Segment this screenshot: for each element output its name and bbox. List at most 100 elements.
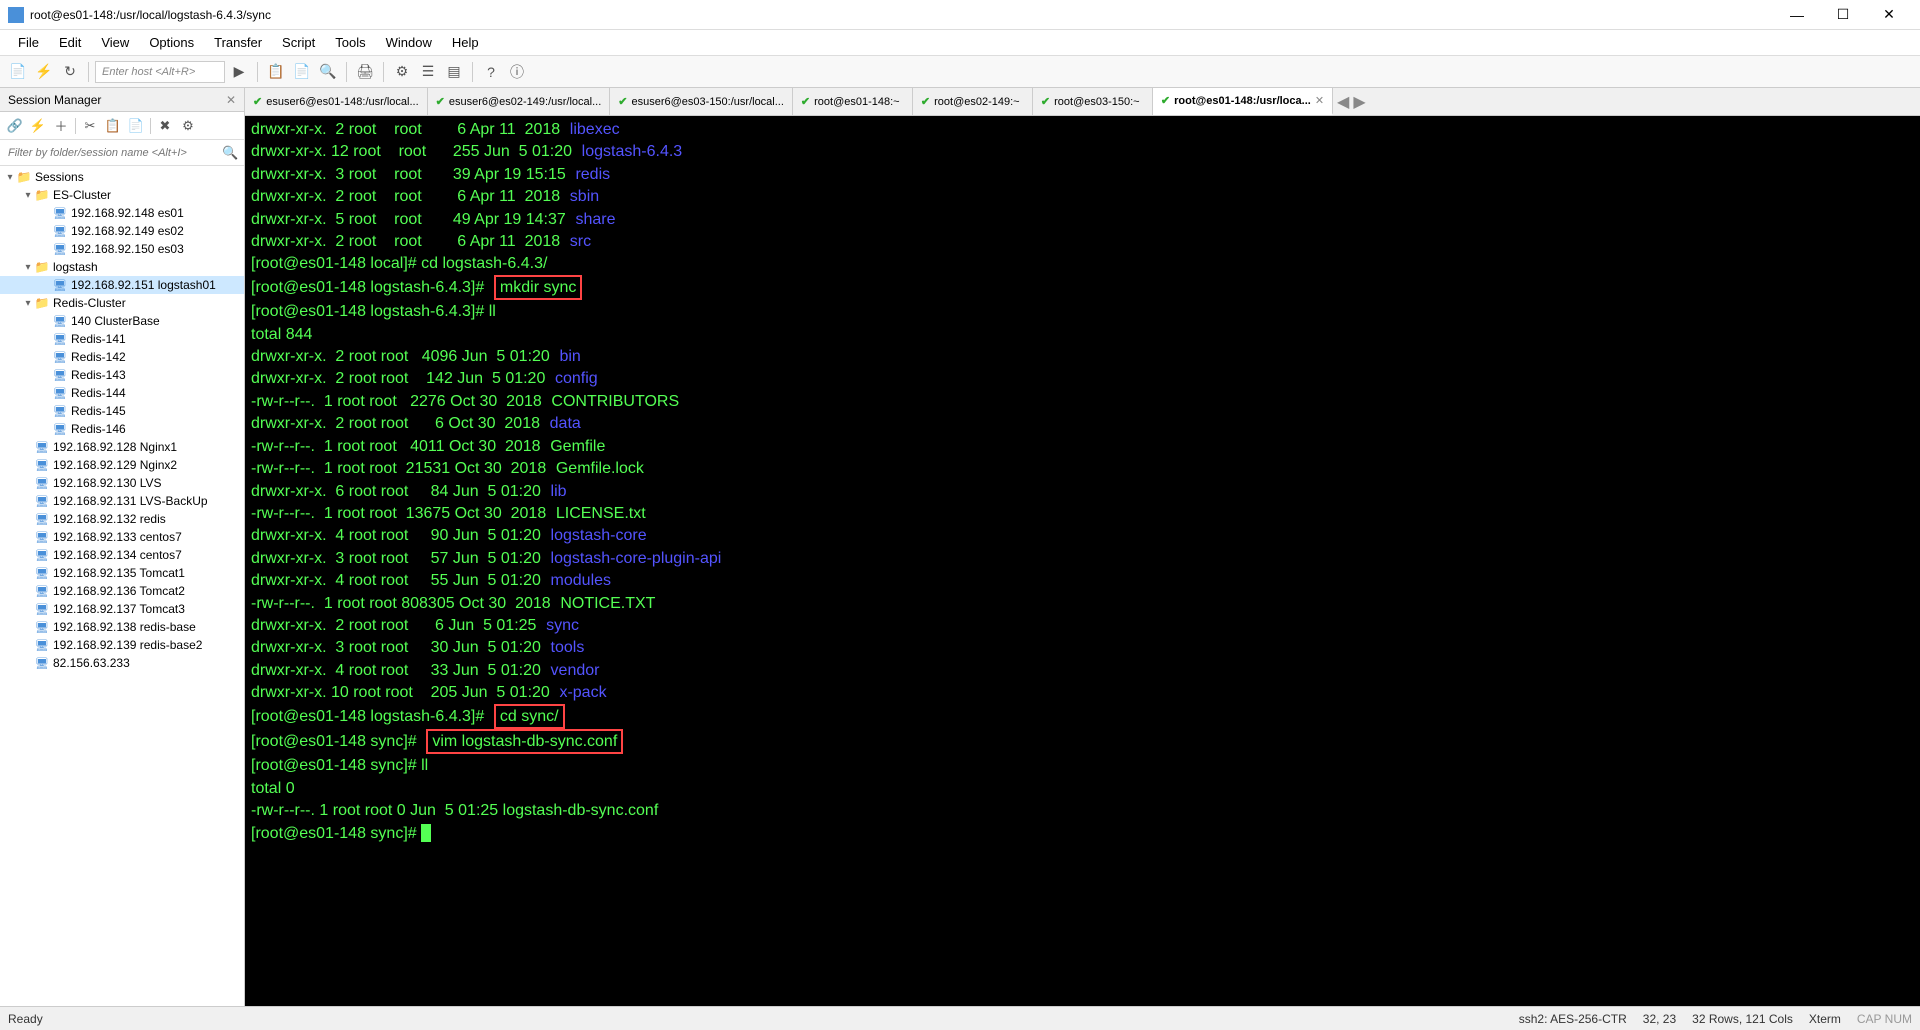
tree-session[interactable]: 🖥192.168.92.148 es01 xyxy=(0,204,244,222)
terminal[interactable]: drwxr-xr-x. 2 root root 6 Apr 11 2018 li… xyxy=(245,116,1920,1006)
menu-help[interactable]: Help xyxy=(442,31,489,54)
reconnect-icon[interactable]: ↻ xyxy=(58,60,82,84)
menu-transfer[interactable]: Transfer xyxy=(204,31,272,54)
check-icon: ✔ xyxy=(436,95,445,108)
script-icon[interactable]: ▤ xyxy=(442,60,466,84)
session-tab[interactable]: ✔esuser6@es03-150:/usr/local... xyxy=(610,88,793,115)
tree-session[interactable]: 🖥Redis-144 xyxy=(0,384,244,402)
menubar: FileEditViewOptionsTransferScriptToolsWi… xyxy=(0,30,1920,56)
cut-icon[interactable]: ✂ xyxy=(79,115,101,137)
menu-file[interactable]: File xyxy=(8,31,49,54)
tree-session[interactable]: 🖥192.168.92.129 Nginx2 xyxy=(0,456,244,474)
window-title: root@es01-148:/usr/local/logstash-6.4.3/… xyxy=(30,8,1774,22)
check-icon: ✔ xyxy=(253,95,262,108)
link-icon[interactable]: 🔗 xyxy=(4,115,26,137)
menu-script[interactable]: Script xyxy=(272,31,325,54)
tree-session[interactable]: 🖥192.168.92.134 centos7 xyxy=(0,546,244,564)
delete-icon[interactable]: ✖ xyxy=(154,115,176,137)
menu-window[interactable]: Window xyxy=(376,31,442,54)
connect-host-icon[interactable]: ▶ xyxy=(227,60,251,84)
about-icon[interactable]: ⓘ xyxy=(505,60,529,84)
quick-icon[interactable]: ⚡ xyxy=(27,115,49,137)
tree-folder[interactable]: ▾📁logstash xyxy=(0,258,244,276)
help-icon[interactable]: ? xyxy=(479,60,503,84)
tree-folder[interactable]: ▾📁Sessions xyxy=(0,168,244,186)
tree-session[interactable]: 🖥192.168.92.139 redis-base2 xyxy=(0,636,244,654)
paste-session-icon[interactable]: 📄 xyxy=(125,115,147,137)
find-icon[interactable]: 🔍 xyxy=(316,60,340,84)
tree-session[interactable]: 🖥Redis-143 xyxy=(0,366,244,384)
tree-session[interactable]: 🖥192.168.92.128 Nginx1 xyxy=(0,438,244,456)
tab-prev-icon[interactable]: ◀ xyxy=(1337,92,1349,112)
status-position: 32, 23 xyxy=(1643,1012,1676,1026)
search-icon[interactable]: 🔍 xyxy=(222,145,240,161)
properties-icon[interactable]: ⚙ xyxy=(177,115,199,137)
app-icon xyxy=(8,7,24,23)
sidebar-toolbar: 🔗 ⚡ ＋ ✂ 📋 📄 ✖ ⚙ xyxy=(0,112,244,140)
menu-view[interactable]: View xyxy=(91,31,139,54)
tree-folder[interactable]: ▾📁Redis-Cluster xyxy=(0,294,244,312)
tab-close-icon[interactable]: ✕ xyxy=(1315,94,1324,107)
close-button[interactable]: ✕ xyxy=(1866,0,1912,30)
sidebar-header: Session Manager ✕ xyxy=(0,88,244,112)
session-tree[interactable]: ▾📁Sessions▾📁ES-Cluster🖥192.168.92.148 es… xyxy=(0,166,244,1006)
host-input[interactable]: Enter host <Alt+R> xyxy=(95,61,225,83)
session-tab[interactable]: ✔root@es01-148:~ xyxy=(793,88,913,115)
status-caps: CAP NUM xyxy=(1857,1012,1912,1026)
tree-session[interactable]: 🖥192.168.92.150 es03 xyxy=(0,240,244,258)
sidebar-title: Session Manager xyxy=(8,93,101,107)
menu-options[interactable]: Options xyxy=(139,31,204,54)
minimize-button[interactable]: — xyxy=(1774,0,1820,30)
session-tab[interactable]: ✔esuser6@es02-149:/usr/local... xyxy=(428,88,611,115)
print-icon[interactable]: 🖨 xyxy=(353,60,377,84)
tree-session[interactable]: 🖥192.168.92.133 centos7 xyxy=(0,528,244,546)
connect-icon[interactable]: 📄 xyxy=(6,60,30,84)
new-icon[interactable]: ＋ xyxy=(50,115,72,137)
tree-session[interactable]: 🖥Redis-145 xyxy=(0,402,244,420)
statusbar: Ready ssh2: AES-256-CTR 32, 23 32 Rows, … xyxy=(0,1006,1920,1030)
maximize-button[interactable]: ☐ xyxy=(1820,0,1866,30)
tree-session[interactable]: 🖥192.168.92.130 LVS xyxy=(0,474,244,492)
status-ssh: ssh2: AES-256-CTR xyxy=(1519,1012,1627,1026)
status-ready: Ready xyxy=(8,1012,1519,1026)
session-tab[interactable]: ✔root@es02-149:~ xyxy=(913,88,1033,115)
tree-session[interactable]: 🖥Redis-142 xyxy=(0,348,244,366)
tree-session[interactable]: 🖥Redis-146 xyxy=(0,420,244,438)
check-icon: ✔ xyxy=(1161,94,1170,107)
session-tabs: ✔esuser6@es01-148:/usr/local...✔esuser6@… xyxy=(245,88,1920,116)
tree-session[interactable]: 🖥192.168.92.138 redis-base xyxy=(0,618,244,636)
quick-connect-icon[interactable]: ⚡ xyxy=(32,60,56,84)
filter-input[interactable] xyxy=(4,145,222,161)
sidebar-filter: 🔍 xyxy=(0,140,244,166)
settings-icon[interactable]: ⚙ xyxy=(390,60,414,84)
tree-session[interactable]: 🖥192.168.92.131 LVS-BackUp xyxy=(0,492,244,510)
session-tab[interactable]: ✔esuser6@es01-148:/usr/local... xyxy=(245,88,428,115)
tree-session[interactable]: 🖥140 ClusterBase xyxy=(0,312,244,330)
tree-session[interactable]: 🖥192.168.92.135 Tomcat1 xyxy=(0,564,244,582)
tree-session[interactable]: 🖥192.168.92.132 redis xyxy=(0,510,244,528)
status-dimensions: 32 Rows, 121 Cols xyxy=(1692,1012,1793,1026)
status-term: Xterm xyxy=(1809,1012,1841,1026)
session-icon[interactable]: ☰ xyxy=(416,60,440,84)
tab-next-icon[interactable]: ▶ xyxy=(1353,92,1365,112)
menu-tools[interactable]: Tools xyxy=(325,31,375,54)
session-manager-panel: Session Manager ✕ 🔗 ⚡ ＋ ✂ 📋 📄 ✖ ⚙ 🔍 ▾📁Se… xyxy=(0,88,245,1006)
copy-session-icon[interactable]: 📋 xyxy=(102,115,124,137)
tree-folder[interactable]: ▾📁ES-Cluster xyxy=(0,186,244,204)
session-tab[interactable]: ✔root@es01-148:/usr/loca...✕ xyxy=(1153,88,1333,115)
sidebar-close-icon[interactable]: ✕ xyxy=(226,93,236,107)
session-tab[interactable]: ✔root@es03-150:~ xyxy=(1033,88,1153,115)
copy-icon[interactable]: 📋 xyxy=(264,60,288,84)
check-icon: ✔ xyxy=(618,95,627,108)
tree-session[interactable]: 🖥192.168.92.136 Tomcat2 xyxy=(0,582,244,600)
check-icon: ✔ xyxy=(1041,95,1050,108)
tree-session[interactable]: 🖥192.168.92.149 es02 xyxy=(0,222,244,240)
check-icon: ✔ xyxy=(921,95,930,108)
menu-edit[interactable]: Edit xyxy=(49,31,91,54)
tree-session[interactable]: 🖥192.168.92.151 logstash01 xyxy=(0,276,244,294)
tree-session[interactable]: 🖥192.168.92.137 Tomcat3 xyxy=(0,600,244,618)
check-icon: ✔ xyxy=(801,95,810,108)
tree-session[interactable]: 🖥Redis-141 xyxy=(0,330,244,348)
tree-session[interactable]: 🖥82.156.63.233 xyxy=(0,654,244,672)
paste-icon[interactable]: 📄 xyxy=(290,60,314,84)
